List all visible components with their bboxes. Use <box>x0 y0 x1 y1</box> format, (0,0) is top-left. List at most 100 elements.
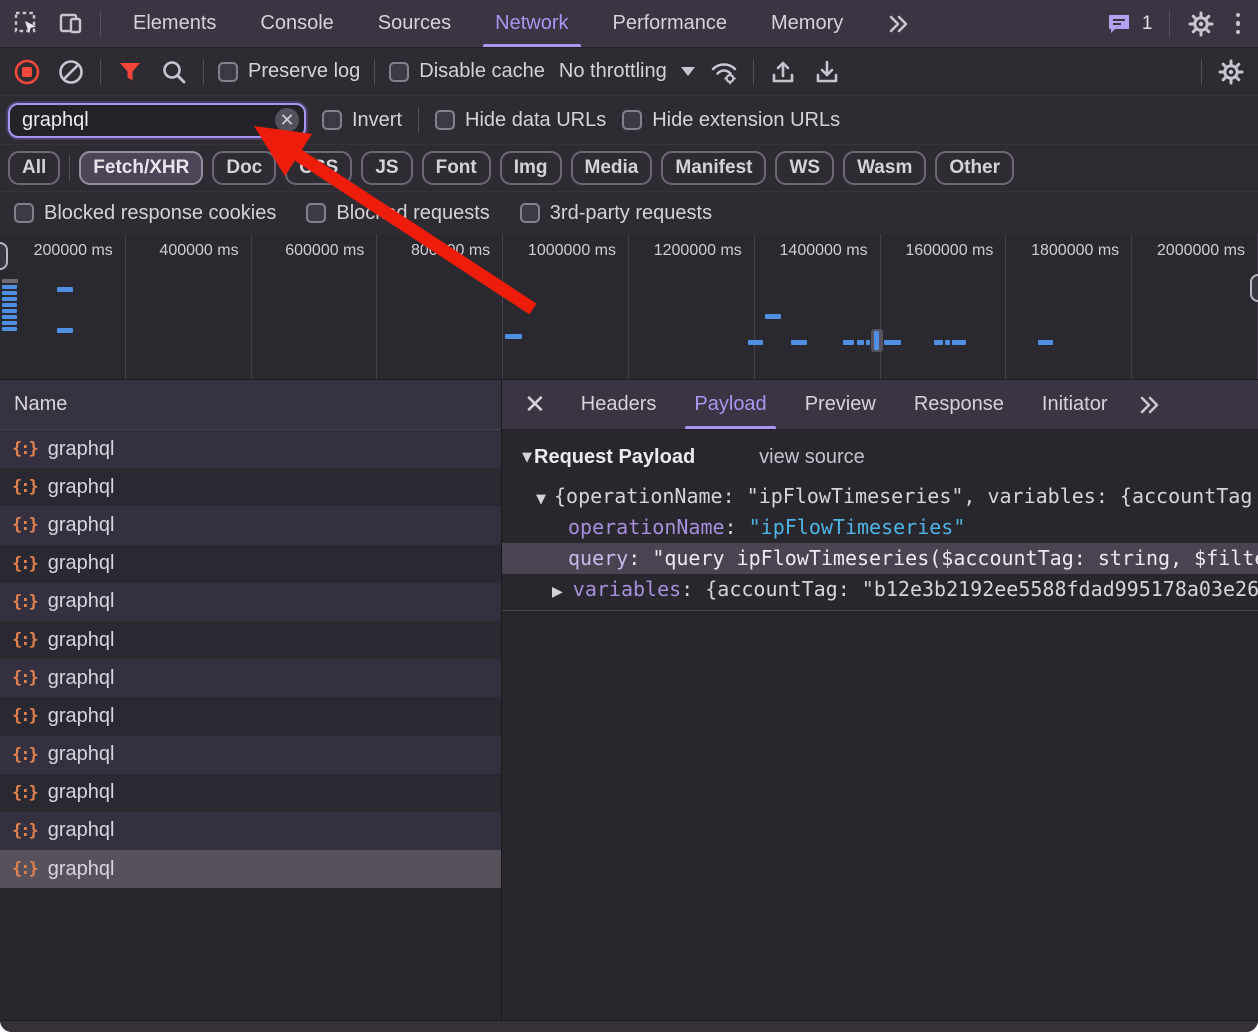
chip-wasm[interactable]: Wasm <box>843 151 926 185</box>
request-row[interactable]: {:}graphql <box>0 736 501 774</box>
disable-cache-checkbox[interactable]: Disable cache <box>389 60 545 83</box>
network-settings-gear-icon[interactable] <box>1216 57 1246 87</box>
import-har-icon[interactable] <box>768 57 798 87</box>
chip-img[interactable]: Img <box>500 151 562 185</box>
hide-extension-urls-checkbox[interactable]: Hide extension URLs <box>622 109 840 132</box>
invert-checkbox[interactable]: Invert <box>322 109 402 132</box>
preserve-log-checkbox[interactable]: Preserve log <box>218 60 360 83</box>
hide-data-urls-checkbox[interactable]: Hide data URLs <box>435 109 606 132</box>
collapsed-triangle-icon[interactable]: ▶ <box>552 584 563 600</box>
request-timing-bar <box>57 287 73 292</box>
fetch-xhr-icon: {:} <box>12 554 37 574</box>
chip-ws[interactable]: WS <box>775 151 834 185</box>
checkbox-box <box>520 203 540 223</box>
settings-gear-icon[interactable] <box>1186 9 1216 39</box>
variables-row[interactable]: ▶variables: {accountTag: "b12e3b2192ee55… <box>502 574 1258 605</box>
network-conditions-icon[interactable] <box>709 57 739 87</box>
tab-memory[interactable]: Memory <box>749 0 865 47</box>
tab-sources[interactable]: Sources <box>356 0 473 47</box>
tab-network[interactable]: Network <box>473 0 590 47</box>
clear-network-log-icon[interactable] <box>56 57 86 87</box>
divider <box>69 155 70 181</box>
request-timing-bar <box>765 314 781 319</box>
request-rows: {:}graphql{:}graphql{:}graphql{:}graphql… <box>0 430 501 1032</box>
blocked-response-cookies-checkbox[interactable]: Blocked response cookies <box>14 202 276 225</box>
chip-doc[interactable]: Doc <box>212 151 276 185</box>
request-row[interactable]: {:}graphql <box>0 506 501 544</box>
payload-root-row[interactable]: ▼{operationName: "ipFlowTimeseries", var… <box>502 481 1258 512</box>
more-options-kebab-icon[interactable] <box>1232 9 1245 39</box>
checkbox-box <box>306 203 326 223</box>
tab-console[interactable]: Console <box>238 0 355 47</box>
record-network-log-icon[interactable] <box>12 57 42 87</box>
fetch-xhr-icon: {:} <box>12 821 37 841</box>
operation-name-row[interactable]: operationName: "ipFlowTimeseries" <box>502 512 1258 543</box>
expand-triangle-icon[interactable]: ▼ <box>536 492 546 507</box>
query-row[interactable]: query: "query ipFlowTimeseries($accountT… <box>502 543 1258 574</box>
timeline-scroll-grip-right[interactable] <box>1250 274 1258 302</box>
search-icon[interactable] <box>159 57 189 87</box>
blocked-requests-checkbox[interactable]: Blocked requests <box>306 202 489 225</box>
fetch-xhr-icon: {:} <box>12 668 37 688</box>
device-toolbar-icon[interactable] <box>56 9 86 39</box>
tab-headers[interactable]: Headers <box>562 380 676 429</box>
request-timing-bar <box>857 340 864 345</box>
request-row[interactable]: {:}graphql <box>0 659 501 697</box>
devtools-window: Elements Console Sources Network Perform… <box>0 0 1258 1032</box>
window-bottom-edge <box>0 1020 1258 1032</box>
fetch-xhr-icon: {:} <box>12 783 37 803</box>
more-detail-tabs-chevron-icon[interactable] <box>1126 380 1174 429</box>
fetch-xhr-icon: {:} <box>12 859 37 879</box>
chip-fetch-xhr[interactable]: Fetch/XHR <box>79 151 203 185</box>
throttling-dropdown[interactable]: No throttling <box>559 60 695 83</box>
chip-other[interactable]: Other <box>935 151 1014 185</box>
request-row[interactable]: {:}graphql <box>0 545 501 583</box>
tab-payload[interactable]: Payload <box>675 380 785 429</box>
timeline-tick: 200000 ms <box>0 234 126 379</box>
timeline-scroll-grip-left[interactable] <box>0 242 8 270</box>
request-timing-bar <box>2 303 17 307</box>
timeline-tick: 600000 ms <box>252 234 378 379</box>
request-row[interactable]: {:}graphql <box>0 583 501 621</box>
blocked-requests-label: Blocked requests <box>336 202 489 225</box>
tab-preview[interactable]: Preview <box>786 380 895 429</box>
filter-funnel-icon[interactable] <box>115 57 145 87</box>
request-row[interactable]: {:} graphql <box>0 812 501 850</box>
request-timing-bar <box>2 297 17 301</box>
chip-media[interactable]: Media <box>571 151 653 185</box>
chip-css[interactable]: CSS <box>285 151 352 185</box>
request-row[interactable]: {:}graphql <box>0 774 501 812</box>
chip-js[interactable]: JS <box>361 151 412 185</box>
divider <box>374 59 375 85</box>
chip-font[interactable]: Font <box>422 151 491 185</box>
request-row[interactable]: {:}graphql <box>0 430 501 468</box>
collapse-triangle-icon[interactable]: ▼ <box>522 450 532 465</box>
request-row[interactable]: {:}graphql <box>0 697 501 735</box>
request-name: graphql <box>48 819 115 842</box>
tab-performance[interactable]: Performance <box>591 0 750 47</box>
tab-elements[interactable]: Elements <box>111 0 238 47</box>
request-name: graphql <box>48 476 115 499</box>
network-overview-timeline[interactable]: 200000 ms400000 ms600000 ms800000 ms1000… <box>0 234 1258 380</box>
chip-manifest[interactable]: Manifest <box>661 151 766 185</box>
issues-message-icon[interactable] <box>1104 9 1134 39</box>
third-party-requests-checkbox[interactable]: 3rd-party requests <box>520 202 712 225</box>
close-details-icon[interactable]: ✕ <box>502 380 562 429</box>
fetch-xhr-icon: {:} <box>12 592 37 612</box>
request-timing-bar <box>952 340 966 345</box>
request-row[interactable]: {:}graphql <box>0 621 501 659</box>
request-row[interactable]: {:}graphql <box>0 468 501 506</box>
request-row[interactable]: {:}graphql <box>0 850 501 888</box>
tab-initiator[interactable]: Initiator <box>1023 380 1127 429</box>
name-column-header[interactable]: Name <box>0 380 501 430</box>
timeline-tick: 1800000 ms <box>1006 234 1132 379</box>
view-source-link[interactable]: view source <box>759 446 865 469</box>
clear-filter-icon[interactable]: ✕ <box>275 108 299 132</box>
tab-response[interactable]: Response <box>895 380 1023 429</box>
inspect-element-icon[interactable] <box>12 9 42 39</box>
more-tabs-chevron-icon[interactable] <box>865 0 933 47</box>
panel-tabs: Elements Console Sources Network Perform… <box>111 0 933 47</box>
chip-all[interactable]: All <box>8 151 60 185</box>
export-har-icon[interactable] <box>812 57 842 87</box>
filter-input[interactable] <box>10 109 304 132</box>
